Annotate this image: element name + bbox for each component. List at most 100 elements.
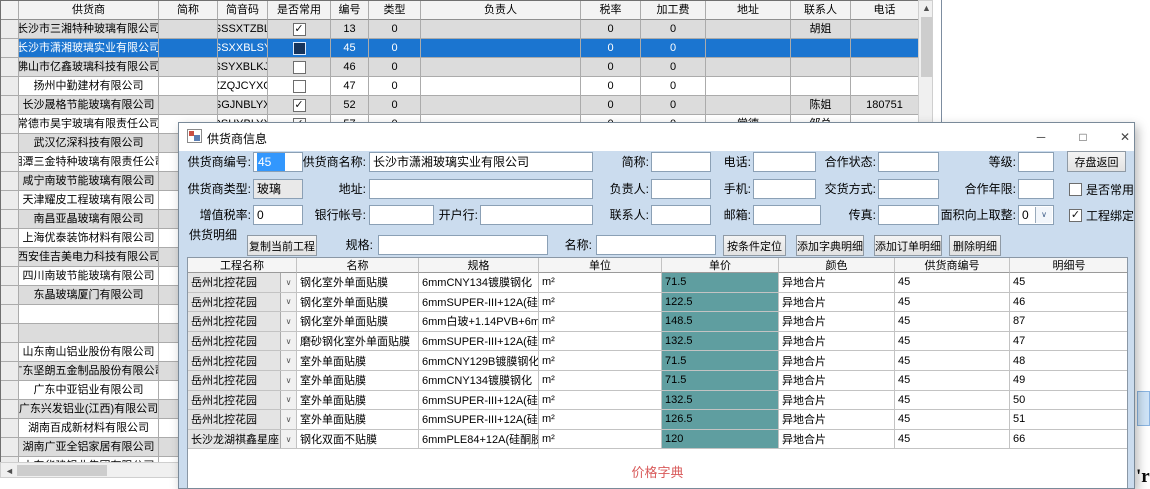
minimize-icon[interactable]: ─ bbox=[1020, 123, 1062, 151]
grid-cell-tax[interactable]: 0 bbox=[581, 77, 641, 96]
vertical-scroll-thumb[interactable] bbox=[921, 17, 932, 77]
name-cell[interactable]: 室外单面贴膜 bbox=[297, 371, 419, 391]
grid-cell-type[interactable]: 0 bbox=[369, 96, 421, 115]
grid-cell-contact[interactable]: 陈姐 bbox=[791, 96, 851, 115]
grid-cell-supplier[interactable]: 四川南玻节能玻璃有限公司 bbox=[19, 267, 159, 286]
grid-cell-abbr[interactable] bbox=[159, 20, 218, 39]
grid-cell-supplier[interactable]: 长沙市潇湘玻璃实业有限公司 bbox=[19, 39, 159, 58]
grid-cell-fee[interactable]: 0 bbox=[641, 20, 706, 39]
supplier-name-field[interactable]: 长沙市潇湘玻璃实业有限公司 bbox=[369, 152, 593, 172]
supplier-no-cell[interactable]: 45 bbox=[895, 430, 1010, 450]
grid-cell-supplier[interactable]: 东晶玻璃厦门有限公司 bbox=[19, 286, 159, 305]
grid-cell-phone[interactable] bbox=[851, 20, 919, 39]
chevron-down-icon[interactable]: ∨ bbox=[280, 273, 296, 292]
spec-cell[interactable]: 6mmSUPER-III+12A(硅... bbox=[419, 391, 539, 411]
grid-cell-tax[interactable]: 0 bbox=[581, 39, 641, 58]
detail-no-cell[interactable]: 50 bbox=[1010, 391, 1128, 411]
color-cell[interactable]: 异地合片 bbox=[779, 332, 895, 352]
common-checkbox[interactable] bbox=[293, 42, 306, 55]
detail-no-cell[interactable]: 49 bbox=[1010, 371, 1128, 391]
grid-cell-supplier[interactable]: 广东坚朗五金制品股份有限公司 bbox=[19, 362, 159, 381]
grid-cell-num[interactable]: 13 bbox=[331, 20, 369, 39]
maximize-icon[interactable]: □ bbox=[1062, 123, 1104, 151]
grid-cell-supplier[interactable]: 山东南山铝业股份有限公司 bbox=[19, 343, 159, 362]
coop-years-field[interactable] bbox=[1018, 179, 1054, 199]
checkbox-checked-icon[interactable]: ✓ bbox=[1069, 209, 1082, 222]
project-cell[interactable]: 岳州北控花园∨ bbox=[188, 410, 297, 430]
project-cell[interactable]: 岳州北控花园∨ bbox=[188, 332, 297, 352]
grid-cell-type[interactable]: 0 bbox=[369, 20, 421, 39]
grid-cell-phone[interactable] bbox=[851, 77, 919, 96]
chevron-down-icon[interactable]: ∨ bbox=[280, 293, 296, 312]
grid-cell-manager[interactable] bbox=[421, 96, 581, 115]
name-filter-field[interactable] bbox=[596, 235, 716, 255]
chevron-down-icon[interactable]: ∨ bbox=[280, 371, 296, 390]
contact-field[interactable] bbox=[651, 205, 711, 225]
detail-no-cell[interactable]: 66 bbox=[1010, 430, 1128, 450]
grid-cell-phone[interactable]: 180751 bbox=[851, 96, 919, 115]
dialog-titlebar[interactable]: 供货商信息 ─ □ ✕ bbox=[179, 123, 1134, 151]
grid-cell-supplier[interactable]: 湘潭三金特种玻璃有限责任公司 bbox=[19, 153, 159, 172]
round-up-dropdown[interactable]: 0 ∨ bbox=[1018, 205, 1054, 225]
price-cell[interactable]: 120 bbox=[662, 430, 779, 450]
scroll-left-icon[interactable]: ◄ bbox=[5, 467, 14, 476]
common-checkbox[interactable]: ✓ bbox=[293, 99, 306, 112]
grid-cell-addr[interactable] bbox=[706, 39, 791, 58]
grid-cell-manager[interactable] bbox=[421, 58, 581, 77]
spec-cell[interactable]: 6mmCNY129B镀膜钢化 bbox=[419, 351, 539, 371]
common-checkbox[interactable] bbox=[293, 80, 306, 93]
scroll-up-icon[interactable]: ▲ bbox=[922, 4, 931, 13]
grid-cell-supplier[interactable]: 咸宁南玻节能玻璃有限公司 bbox=[19, 172, 159, 191]
price-cell[interactable]: 122.5 bbox=[662, 293, 779, 313]
grade-field[interactable] bbox=[1018, 152, 1054, 172]
grid-cell-supplier[interactable]: 湖南广亚全铝家居有限公司 bbox=[19, 438, 159, 457]
grid-cell-supplier[interactable]: 广东兴发铝业(江西)有限公司 bbox=[19, 400, 159, 419]
grid-cell-supplier[interactable]: 西安佳吉美电力科技有限公司 bbox=[19, 248, 159, 267]
grid-cell-tax[interactable]: 0 bbox=[581, 58, 641, 77]
grid-cell-contact[interactable] bbox=[791, 58, 851, 77]
color-cell[interactable]: 异地合片 bbox=[779, 430, 895, 450]
spec-cell[interactable]: 6mmCNY134镀膜钢化 bbox=[419, 371, 539, 391]
grid-cell-supplier[interactable]: 长沙市三湘特种玻璃有限公司 bbox=[19, 20, 159, 39]
supplier-no-cell[interactable]: 45 bbox=[895, 273, 1010, 293]
supplier-no-cell[interactable]: 45 bbox=[895, 371, 1010, 391]
grid-cell-tax[interactable]: 0 bbox=[581, 96, 641, 115]
project-cell[interactable]: 岳州北控花园∨ bbox=[188, 371, 297, 391]
grid-cell-num[interactable]: 45 bbox=[331, 39, 369, 58]
address-field[interactable] bbox=[369, 179, 593, 199]
name-cell[interactable]: 钢化双面不贴膜 bbox=[297, 430, 419, 450]
price-cell[interactable]: 148.5 bbox=[662, 312, 779, 332]
add-order-detail-button[interactable]: 添加订单明细 bbox=[874, 235, 942, 256]
grid-cell-supplier[interactable] bbox=[19, 305, 159, 324]
save-return-button[interactable]: 存盘返回 bbox=[1067, 151, 1126, 172]
color-cell[interactable]: 异地合片 bbox=[779, 273, 895, 293]
grid-cell-phone[interactable] bbox=[851, 58, 919, 77]
delete-detail-button[interactable]: 删除明细 bbox=[949, 235, 1001, 256]
grid-cell-supplier[interactable]: 南昌亚晶玻璃有限公司 bbox=[19, 210, 159, 229]
bank-account-field[interactable] bbox=[369, 205, 434, 225]
grid-cell-supplier[interactable]: 长沙晟格节能玻璃有限公司 bbox=[19, 96, 159, 115]
fax-field[interactable] bbox=[878, 205, 939, 225]
grid-cell-code[interactable]: CSSGJNBLYXGS bbox=[218, 96, 268, 115]
grid-cell-common[interactable] bbox=[268, 77, 331, 96]
grid-cell-addr[interactable] bbox=[706, 96, 791, 115]
price-cell[interactable]: 132.5 bbox=[662, 391, 779, 411]
unit-cell[interactable]: m² bbox=[539, 332, 662, 352]
grid-cell-common[interactable] bbox=[268, 39, 331, 58]
grid-cell-contact[interactable] bbox=[791, 39, 851, 58]
project-cell[interactable]: 岳州北控花园∨ bbox=[188, 351, 297, 371]
grid-cell-abbr[interactable] bbox=[159, 58, 218, 77]
email-field[interactable] bbox=[753, 205, 821, 225]
project-cell[interactable]: 长沙龙湖祺鑫星座∨ bbox=[188, 430, 297, 450]
name-cell[interactable]: 钢化室外单面贴膜 bbox=[297, 312, 419, 332]
copy-project-button[interactable]: 复制当前工程 bbox=[247, 235, 317, 256]
common-checkbox[interactable]: ✓ bbox=[293, 23, 306, 36]
project-bind-checkbox[interactable]: ✓ 工程绑定 bbox=[1069, 208, 1134, 222]
name-cell[interactable]: 室外单面贴膜 bbox=[297, 410, 419, 430]
grid-cell-supplier[interactable]: 湖南百成新材料有限公司 bbox=[19, 419, 159, 438]
grid-cell-abbr[interactable] bbox=[159, 39, 218, 58]
grid-cell-abbr[interactable] bbox=[159, 96, 218, 115]
close-icon[interactable]: ✕ bbox=[1104, 123, 1135, 151]
unit-cell[interactable]: m² bbox=[539, 391, 662, 411]
grid-cell-type[interactable]: 0 bbox=[369, 58, 421, 77]
